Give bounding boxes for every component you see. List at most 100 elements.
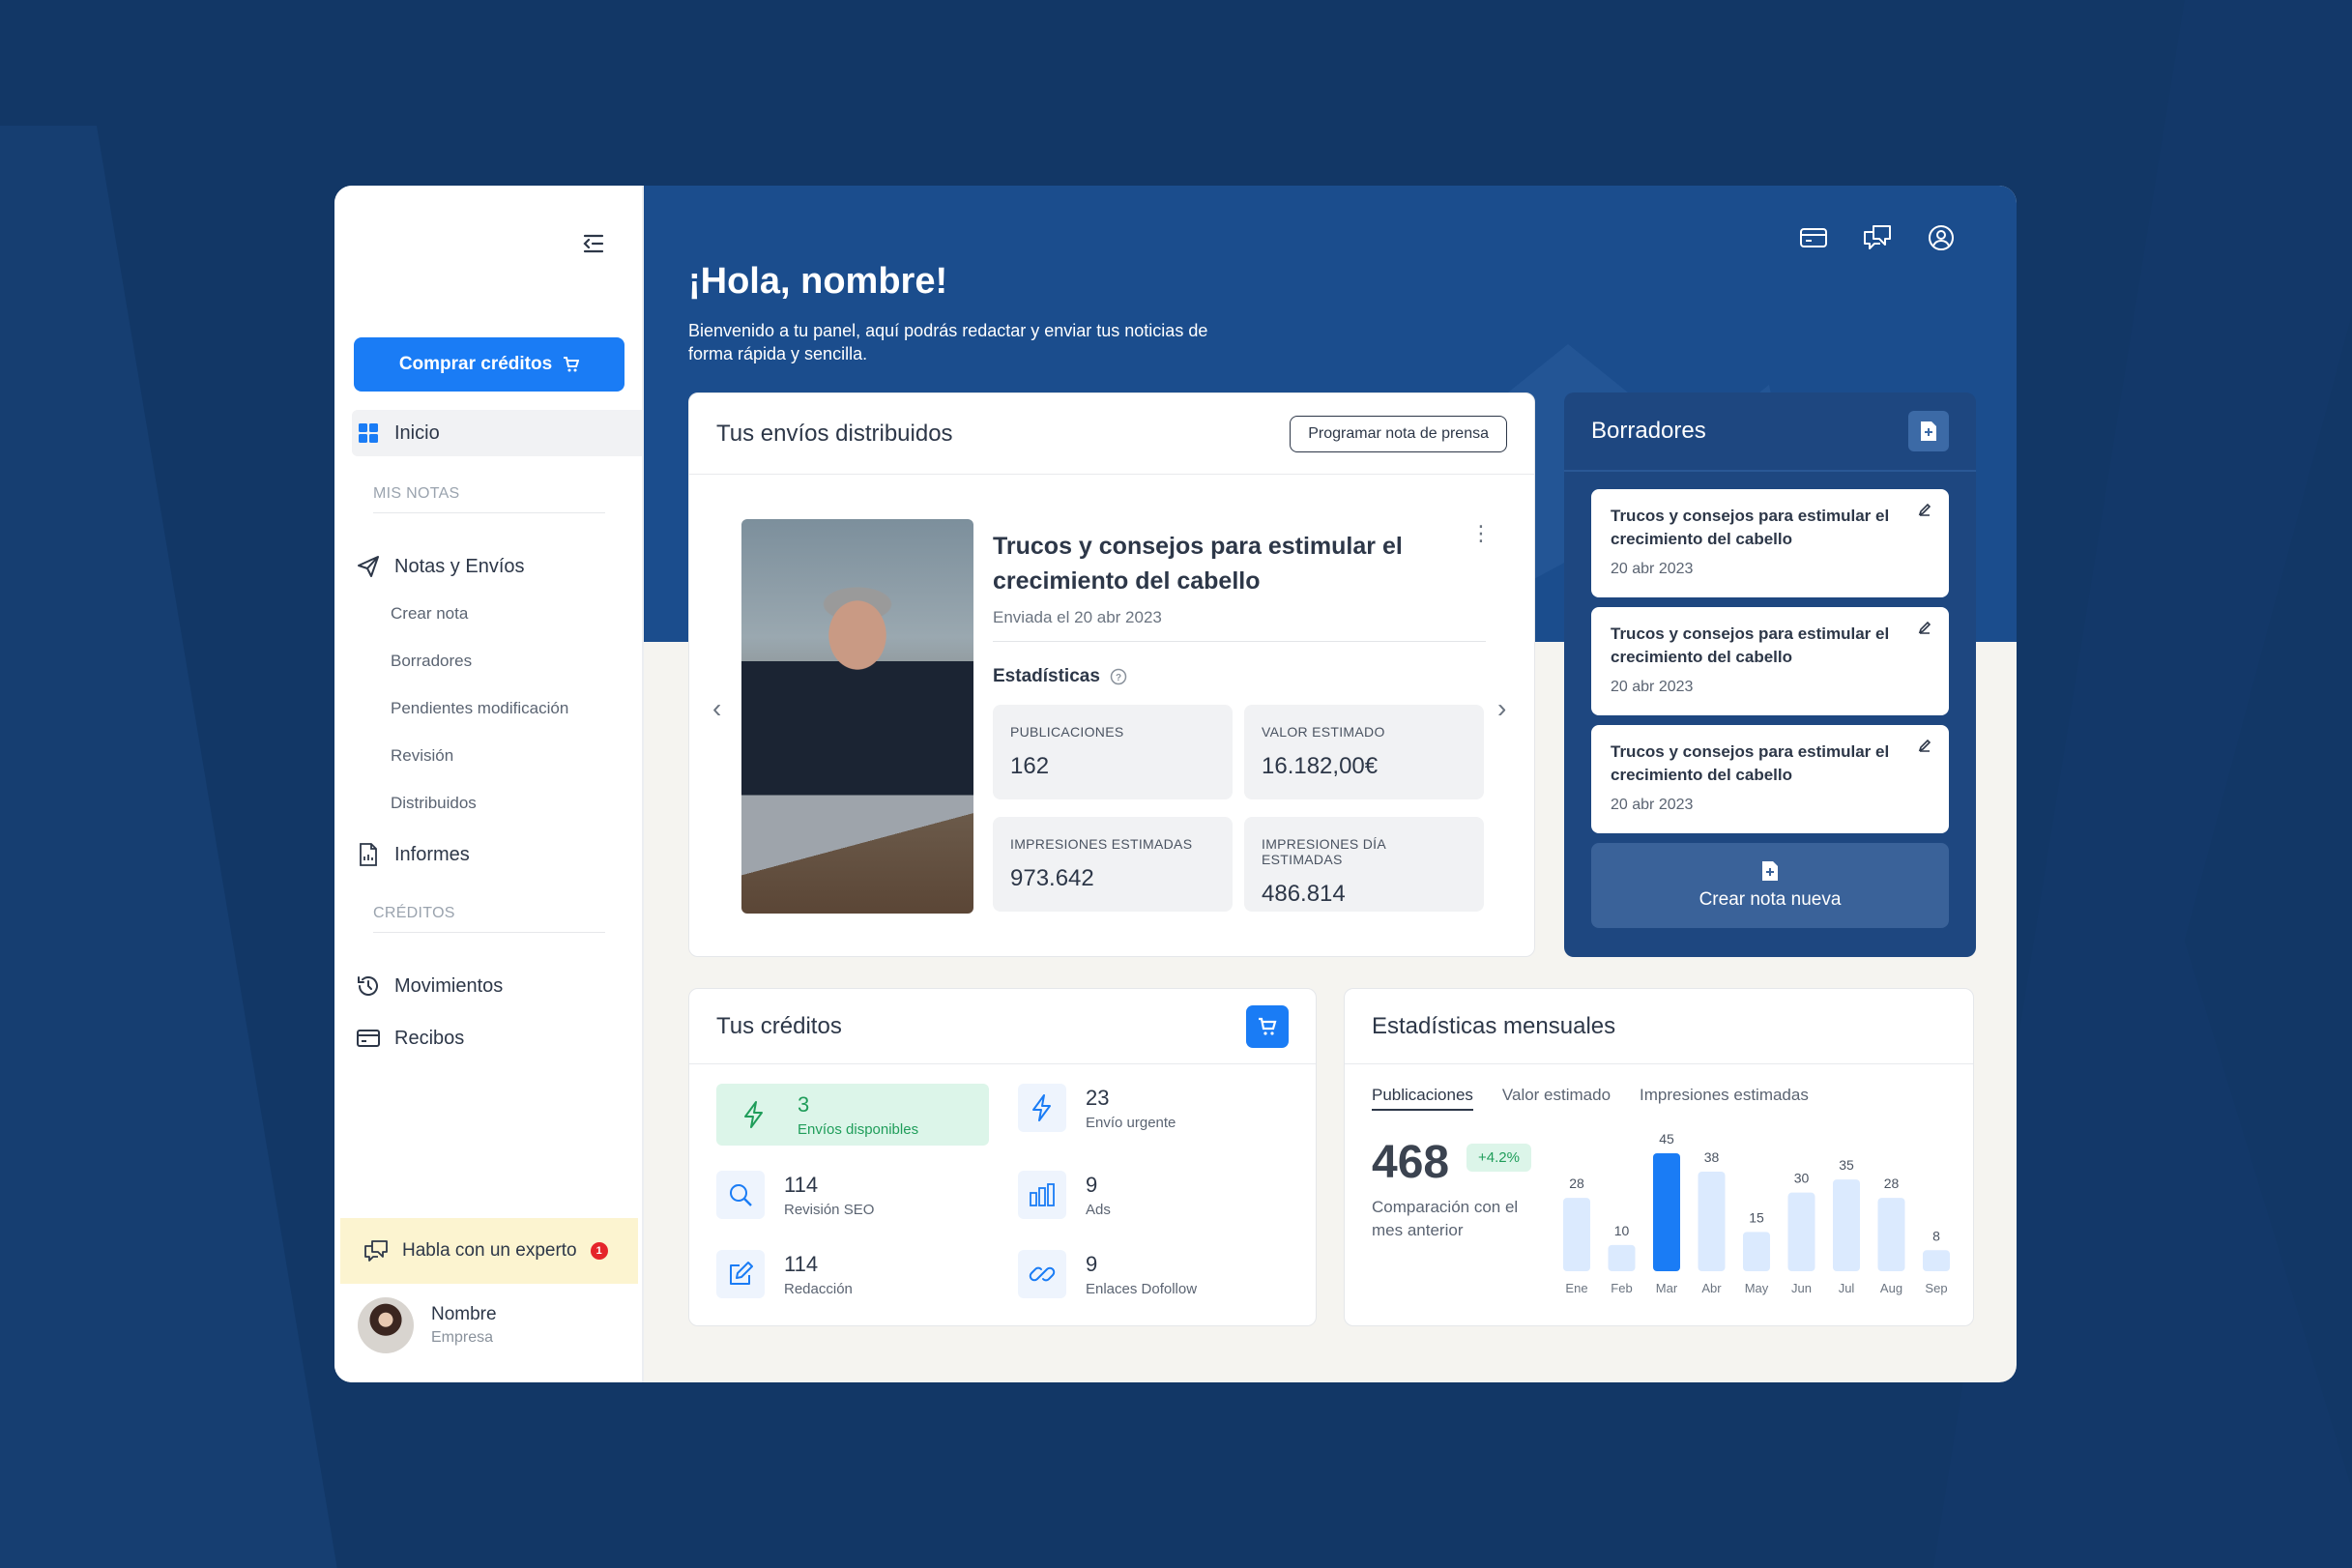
- stats-heading: Estadísticas ?: [993, 666, 1127, 687]
- nav-receipts[interactable]: Recibos: [352, 1015, 642, 1061]
- stat-value: 973.642: [1010, 865, 1094, 891]
- draft-date: 20 abr 2023: [1611, 561, 1694, 577]
- nav-pending-changes[interactable]: Pendientes modificación: [391, 699, 568, 718]
- comparison-label: Comparación con el mes anterior: [1372, 1198, 1519, 1239]
- add-draft-button[interactable]: [1908, 411, 1949, 451]
- card-icon[interactable]: [1796, 220, 1831, 255]
- credit-count: 114: [784, 1251, 819, 1276]
- notification-badge: 1: [590, 1242, 608, 1260]
- nav-review[interactable]: Revisión: [391, 746, 453, 766]
- svg-text:?: ?: [1116, 673, 1121, 683]
- credit-count: 3: [798, 1091, 810, 1117]
- chart-bar-abr[interactable]: [1698, 1171, 1726, 1271]
- nav-reports[interactable]: Informes: [352, 831, 642, 878]
- nav-drafts[interactable]: Borradores: [391, 652, 472, 671]
- credit-count: 9: [1086, 1172, 1098, 1197]
- credit-available-sends: 3 Envíos disponibles: [716, 1084, 989, 1146]
- nav-distributed[interactable]: Distribuidos: [391, 794, 477, 813]
- divider: [993, 641, 1486, 642]
- draft-item[interactable]: Trucos y consejos para estimular el crec…: [1591, 725, 1949, 833]
- chart-bar-sep[interactable]: [1923, 1250, 1950, 1271]
- drafts-panel: Borradores Trucos y consejos para estimu…: [1564, 392, 1976, 957]
- stat-label: IMPRESIONES DÍA ESTIMADAS: [1262, 836, 1386, 867]
- history-icon: [356, 973, 381, 999]
- stat-daily-impressions: IMPRESIONES DÍA ESTIMADAS 486.814: [1244, 817, 1484, 912]
- nav-reports-label: Informes: [394, 843, 470, 865]
- nav-movements-label: Movimientos: [394, 974, 504, 997]
- tab-estimated-impressions[interactable]: Impresiones estimadas: [1640, 1086, 1809, 1111]
- buy-credits-cart-button[interactable]: [1246, 1004, 1289, 1048]
- credit-count: 114: [784, 1172, 819, 1197]
- welcome-text: Bienvenido a tu panel, aquí podrás redac…: [688, 321, 1208, 363]
- chart-bar-ene[interactable]: [1563, 1198, 1590, 1271]
- stat-value: 162: [1010, 753, 1050, 779]
- chart-bar-feb[interactable]: [1608, 1244, 1636, 1271]
- draft-title: Trucos y consejos para estimular el crec…: [1611, 507, 1890, 548]
- credit-writing: 114 Redacción: [716, 1250, 853, 1298]
- credit-seo-review: 114 Revisión SEO: [716, 1171, 874, 1219]
- nav-movements[interactable]: Movimientos: [352, 963, 642, 1009]
- monthly-stats-title: Estadísticas mensuales: [1372, 1012, 1616, 1039]
- help-icon[interactable]: ?: [1110, 668, 1127, 685]
- monthly-bar-chart: 28 Ene 10 Feb 45 Mar 38 Abr 15 May 30 Jun 35 Jul 28 Aug…: [1563, 1131, 1950, 1295]
- tab-estimated-value[interactable]: Valor estimado: [1502, 1086, 1611, 1111]
- tab-publications[interactable]: Publicaciones: [1372, 1086, 1473, 1111]
- article-date: Enviada el 20 abr 2023: [993, 608, 1162, 626]
- draft-date: 20 abr 2023: [1611, 679, 1694, 695]
- schedule-press-release-button[interactable]: Programar nota de prensa: [1290, 415, 1507, 452]
- monthly-tabs: Publicaciones Valor estimado Impresiones…: [1372, 1086, 1809, 1111]
- chart-value-label: 45: [1659, 1131, 1674, 1147]
- buy-credits-button[interactable]: Comprar créditos: [354, 337, 624, 392]
- edit-icon[interactable]: [1918, 621, 1931, 639]
- stat-estimated-value: VALOR ESTIMADO 16.182,00€: [1244, 705, 1484, 799]
- chat-icon: [364, 1240, 388, 1262]
- report-icon: [356, 842, 381, 867]
- nav-home[interactable]: Inicio: [352, 410, 642, 456]
- chart-bar-mar[interactable]: [1653, 1153, 1680, 1271]
- buy-credits-label: Comprar créditos: [398, 354, 553, 374]
- chart-category-label: Jul: [1839, 1281, 1855, 1295]
- draft-title: Trucos y consejos para estimular el crec…: [1611, 742, 1890, 784]
- chevron-right-icon[interactable]: ›: [1497, 693, 1506, 724]
- draft-item[interactable]: Trucos y consejos para estimular el crec…: [1591, 489, 1949, 597]
- create-new-note-button[interactable]: Crear nota nueva: [1591, 843, 1949, 928]
- monthly-stats-header: Estadísticas mensuales: [1345, 989, 1973, 1064]
- bolt-icon: [1018, 1084, 1066, 1132]
- credit-label: Redacción: [784, 1280, 853, 1297]
- user-profile[interactable]: Nombre Empresa: [358, 1297, 497, 1353]
- chart-value-label: 35: [1839, 1157, 1854, 1173]
- credit-label: Envíos disponibles: [798, 1120, 919, 1138]
- link-icon: [1018, 1250, 1066, 1298]
- edit-icon[interactable]: [1918, 503, 1931, 521]
- user-company: Empresa: [431, 1329, 494, 1346]
- nav-create-note[interactable]: Crear nota: [391, 604, 468, 624]
- talk-to-expert-button[interactable]: Habla con un experto 1: [340, 1218, 638, 1284]
- bar-chart-icon: [1018, 1171, 1066, 1219]
- monthly-stats-card: Estadísticas mensuales Publicaciones Val…: [1344, 988, 1974, 1326]
- chart-bar-aug[interactable]: [1877, 1198, 1905, 1271]
- edit-icon[interactable]: [1918, 739, 1931, 757]
- chart-bar-jun[interactable]: [1787, 1192, 1815, 1271]
- cart-icon: [564, 357, 580, 372]
- more-options-icon[interactable]: ⋮: [1470, 523, 1492, 544]
- nav-notes-and-sends[interactable]: Notas y Envíos: [352, 543, 642, 590]
- user-icon[interactable]: [1924, 220, 1959, 255]
- chart-bar-jul[interactable]: [1833, 1179, 1860, 1271]
- collapse-menu-icon[interactable]: [578, 228, 609, 259]
- chart-category-label: Ene: [1565, 1281, 1587, 1295]
- sends-card: Tus envíos distribuidos Programar nota d…: [688, 392, 1535, 957]
- credits-card: Tus créditos 3 Envíos disponibles 23 Envío…: [688, 988, 1317, 1326]
- page-title: ¡Hola, nombre!: [688, 261, 948, 302]
- draft-item[interactable]: Trucos y consejos para estimular el crec…: [1591, 607, 1949, 715]
- user-name: Nombre: [431, 1304, 497, 1324]
- section-my-notes: MIS NOTAS: [373, 485, 605, 513]
- chat-icon[interactable]: [1860, 220, 1895, 255]
- credit-label: Enlaces Dofollow: [1086, 1280, 1198, 1297]
- chart-category-label: May: [1745, 1281, 1769, 1295]
- expert-label: Habla con un experto: [402, 1240, 577, 1261]
- chevron-left-icon[interactable]: ‹: [712, 693, 721, 724]
- article-title[interactable]: Trucos y consejos para estimular el crec…: [993, 529, 1437, 598]
- chart-bar-may[interactable]: [1743, 1232, 1770, 1271]
- stats-label: Estadísticas: [993, 666, 1100, 686]
- chart-category-label: Abr: [1701, 1281, 1722, 1295]
